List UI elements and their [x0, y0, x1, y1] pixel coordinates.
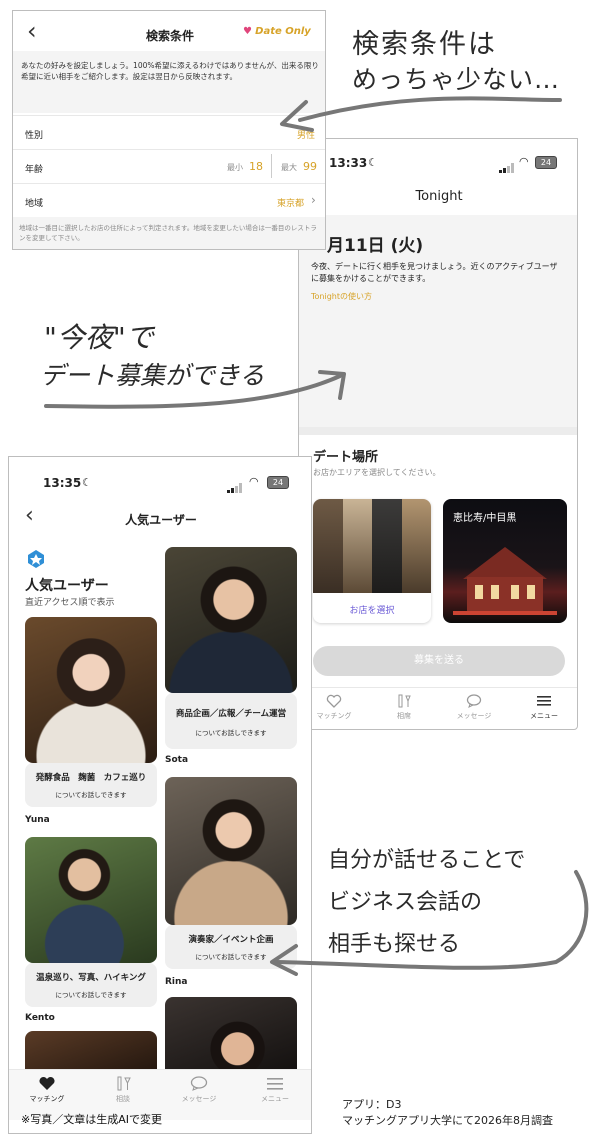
chat-icon: [190, 1076, 208, 1091]
tab-aiseki[interactable]: 相席: [369, 688, 439, 729]
gender-label: 性別: [25, 131, 44, 141]
moon-icon: ☾: [368, 156, 378, 169]
age-max-value[interactable]: 99: [303, 160, 317, 173]
arrow-to-tonight: [44, 370, 346, 409]
disclaimer: ※写真／文章は生成AIで変更: [21, 1113, 162, 1126]
age-label: 年齢: [25, 165, 44, 175]
area-label: 地域: [25, 199, 44, 209]
chevron-right-icon: ›: [311, 193, 316, 207]
status-time: 13:33: [329, 156, 368, 170]
crown-badge-icon: [27, 549, 45, 575]
tab-message[interactable]: メッセージ: [439, 688, 509, 729]
battery-icon: 24: [535, 156, 557, 169]
wine-icon: [398, 694, 411, 708]
user-photo-yuna[interactable]: [25, 617, 157, 763]
moon-icon: ☾: [82, 476, 92, 489]
place-section: [299, 427, 577, 435]
menu-icon: [537, 696, 551, 706]
annotation-top-line1: 検索条件は: [352, 29, 497, 60]
area-footnote: 地域は一番目に選択したお店の住所によって判定されます。地域を変更したい場合は一番…: [19, 224, 317, 242]
user-name-rina: Rina: [165, 977, 188, 987]
user-photo-next-right[interactable]: [165, 997, 297, 1071]
age-min-label: 最小: [227, 163, 243, 172]
building-illustration: [453, 547, 557, 615]
status-time: 13:35: [43, 476, 82, 490]
menu-icon: [267, 1078, 283, 1090]
heart-glass-icon: [326, 694, 342, 708]
user-name-sota: Sota: [165, 755, 189, 765]
heart-icon: ♥: [243, 26, 252, 37]
tab-message[interactable]: メッセージ: [161, 1070, 237, 1120]
user-card-yuna[interactable]: 発酵食品 麹菌 カフェ巡り についてお話しできます: [25, 763, 157, 807]
battery-icon: 24: [267, 476, 289, 489]
select-shop-label: お店を選択: [349, 606, 395, 616]
place-title: デート場所: [313, 450, 379, 465]
popular-users-screen: 13:35 ☾ ◠ 24 ‹ 人気ユーザー 人気ユーザー 直近アクセス順で表示 …: [8, 456, 312, 1134]
notice-text: あなたの好みを設定しましょう。100%希望に添えるわけではありませんが、出来る限…: [21, 61, 319, 81]
user-card-sota[interactable]: 商品企画／広報／チーム運営 についてお話しできます: [165, 693, 297, 749]
howto-link[interactable]: Tonightの使い方: [311, 291, 372, 302]
wifi-icon: ◠: [249, 475, 259, 488]
tab-bar: マッチング 相席 メッセージ メニュー: [299, 687, 577, 729]
user-photo-sota[interactable]: [165, 547, 297, 693]
annotation-mid-line1: "今夜"で: [44, 321, 154, 354]
tab-menu[interactable]: メニュー: [509, 688, 577, 729]
user-name-yuna: Yuna: [25, 815, 50, 825]
user-card-kento[interactable]: 温泉巡り、写真、ハイキング についてお話しできます: [25, 963, 157, 1007]
user-name-kento: Kento: [25, 1013, 55, 1023]
area-row[interactable]: 地域 東京都 ›: [13, 183, 325, 218]
arrow-to-users: [270, 870, 589, 976]
signal-icon: [227, 478, 243, 497]
date-only-badge[interactable]: ♥ Date Only: [243, 26, 311, 37]
survey-label: マッチングアプリ大学にて2026年8月調査: [342, 1114, 553, 1127]
submit-button[interactable]: 募集を送る: [313, 646, 565, 676]
tab-menu[interactable]: メニュー: [237, 1070, 311, 1120]
age-row[interactable]: 年齢 最小 18 最大 99: [13, 149, 325, 184]
heart-glass-icon: [39, 1076, 55, 1090]
section-subheading: 直近アクセス順で表示: [25, 598, 115, 608]
area-value: 東京都: [277, 199, 305, 209]
wifi-icon: ◠: [519, 155, 529, 168]
wine-icon: [117, 1076, 131, 1091]
shop-card[interactable]: お店を選択: [313, 499, 431, 623]
restaurant-photo: [313, 499, 431, 593]
arrow-to-search: [280, 96, 562, 132]
age-max-label: 最大: [281, 163, 297, 172]
user-photo-next-left[interactable]: [25, 1031, 157, 1071]
tonight-description: 今夜、デートに行く相手を見つけましょう。近くのアクティブユーザに募集をかけること…: [311, 262, 558, 283]
signal-icon: [499, 158, 515, 177]
nav-title: Tonight: [415, 189, 463, 204]
section-heading: 人気ユーザー: [25, 578, 109, 594]
age-min-value[interactable]: 18: [249, 160, 263, 173]
nav-title: 人気ユーザー: [125, 513, 197, 527]
date-heading: 月11日 (火): [327, 236, 424, 256]
app-label: アプリ：D3: [342, 1098, 402, 1111]
place-hint: お店かエリアを選択してください。: [313, 468, 441, 477]
area-card[interactable]: 恵比寿/中目黒: [443, 499, 567, 623]
tonight-screen: 13:33 ☾ ◠ 24 Tonight 月11日 (火) 今夜、デートに行く相…: [298, 138, 578, 730]
chat-icon: [466, 694, 482, 708]
age-divider: [271, 154, 272, 178]
user-photo-kento[interactable]: [25, 837, 157, 963]
